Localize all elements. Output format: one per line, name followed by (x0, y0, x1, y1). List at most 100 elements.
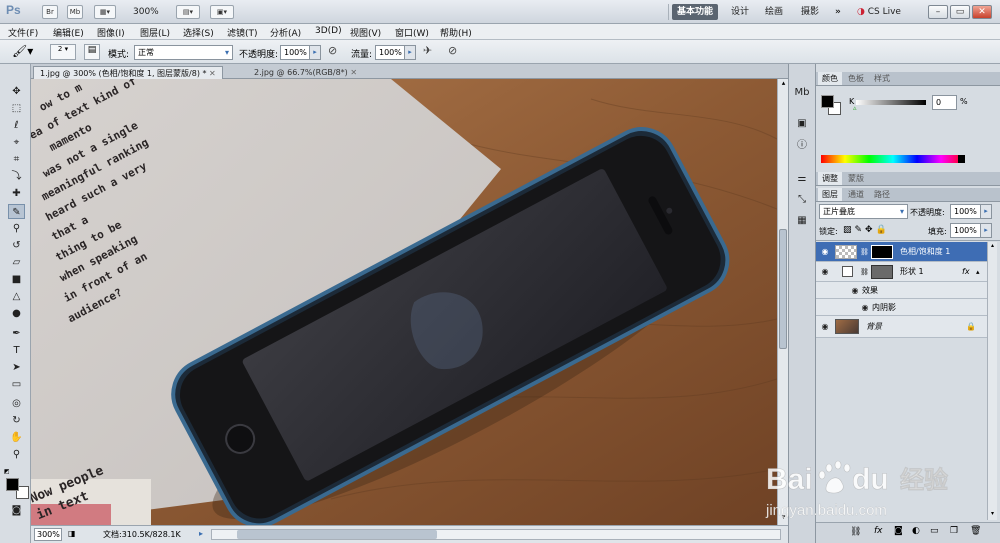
info-panel-icon[interactable]: ⓘ (794, 139, 810, 153)
bridge-button[interactable]: Br (42, 5, 58, 19)
close-tab-icon[interactable]: ✕ (350, 68, 357, 77)
3d-orbit-tool-icon[interactable]: ↻ (8, 413, 25, 428)
layer-opacity-input[interactable]: 100% (950, 204, 981, 219)
menu-file[interactable]: 文件(F) (8, 26, 38, 39)
foreground-color-swatch[interactable] (6, 478, 19, 491)
layer-link-icon[interactable]: ⛓ (860, 242, 869, 262)
new-group-icon[interactable]: ▭ (930, 526, 939, 536)
healing-brush-tool-icon[interactable]: ✚ (8, 186, 25, 201)
scroll-up-icon[interactable]: ▴ (779, 79, 788, 89)
default-colors-icon[interactable]: ◩ (4, 468, 11, 475)
menu-view[interactable]: 视图(V) (350, 26, 381, 39)
screen-mode-button[interactable]: ▣▾ (210, 5, 234, 19)
tab-swatches[interactable]: 色板 (844, 72, 868, 85)
eyedropper-tool-icon[interactable]: ⤵ (8, 169, 25, 184)
menu-analysis[interactable]: 分析(A) (270, 26, 301, 39)
layer-effects-row[interactable]: ◉ 效果 (816, 282, 994, 299)
add-style-icon[interactable]: fx (874, 526, 883, 536)
marquee-tool-icon[interactable]: ⬚ (8, 101, 25, 116)
arrange-documents-button[interactable]: ▤▾ (176, 5, 200, 19)
close-tab-icon[interactable]: ✕ (209, 69, 216, 78)
tab-paths[interactable]: 路径 (870, 188, 894, 201)
menu-layer[interactable]: 图层(L) (140, 26, 170, 39)
move-tool-icon[interactable]: ✥ (8, 84, 25, 99)
new-adjustment-icon[interactable]: ◐ (912, 526, 920, 536)
add-mask-icon[interactable]: ◙ (894, 526, 903, 536)
brush-size-picker[interactable]: 2 ▾ (50, 44, 76, 60)
delete-layer-icon[interactable]: 🗑 (970, 526, 981, 536)
fill-slider-button[interactable]: ▸ (981, 223, 992, 238)
workspace-painting[interactable]: 绘画 (760, 4, 788, 20)
status-menu-icon[interactable]: ▸ (199, 529, 203, 538)
vector-mask-thumbnail[interactable] (871, 265, 893, 279)
shape-tool-icon[interactable]: ▭ (8, 377, 25, 392)
lock-icons[interactable]: ▨✎✥🔒 (843, 225, 890, 235)
mini-bridge-panel-icon[interactable]: Mb (794, 86, 810, 100)
tab-document-1[interactable]: 1.jpg @ 300% (色相/饱和度 1, 图层蒙版/8) * ✕ (33, 66, 223, 79)
cs-live-button[interactable]: ◑ CS Live (852, 4, 906, 20)
new-layer-icon[interactable]: ❐ (950, 526, 958, 536)
menu-3d[interactable]: 3D(D) (315, 26, 342, 36)
opacity-input[interactable]: 100% (280, 45, 310, 60)
airbrush-icon[interactable]: ✈ (423, 44, 432, 57)
eye-icon[interactable]: ◉ (860, 299, 870, 316)
lasso-tool-icon[interactable]: ℓ (8, 118, 25, 133)
layer-hue-saturation[interactable]: ◉ ⛓ 色相/饱和度 1 (816, 242, 994, 262)
layer-fx-badge[interactable]: fx (962, 262, 970, 282)
workspace-essentials[interactable]: 基本功能 (672, 4, 719, 20)
layer-background[interactable]: ◉ 背景 🔒 (816, 316, 994, 338)
type-tool-icon[interactable]: T (8, 343, 25, 358)
eye-icon[interactable]: ◉ (820, 316, 830, 338)
layer-mask-thumbnail[interactable] (871, 245, 893, 259)
layer-inner-shadow-row[interactable]: ◉ 内阴影 (816, 299, 994, 316)
brush-tool-preset-icon[interactable]: 🖌▾ (12, 44, 33, 58)
flow-input[interactable]: 100% (375, 45, 405, 60)
eraser-tool-icon[interactable]: ▱ (8, 255, 25, 270)
path-selection-tool-icon[interactable]: ➤ (8, 360, 25, 375)
layers-scrollbar[interactable]: ▴ ▾ (987, 242, 997, 520)
menu-select[interactable]: 选择(S) (183, 26, 214, 39)
tab-masks[interactable]: 蒙版 (844, 172, 868, 185)
tab-channels[interactable]: 通道 (844, 188, 868, 201)
clone-stamp-tool-icon[interactable]: ⚲ (8, 221, 25, 236)
mode-dropdown[interactable]: 正常 ▾ (134, 45, 233, 60)
pressure-opacity-icon[interactable]: ⊘ (328, 44, 337, 57)
flow-slider-button[interactable]: ▸ (405, 45, 416, 60)
horizontal-scroll-thumb[interactable] (237, 530, 437, 539)
blend-mode-dropdown[interactable]: 正片叠底 ▾ (819, 204, 908, 219)
k-value-input[interactable]: 0 (932, 95, 957, 110)
styles-panel-icon[interactable]: ▦ (794, 214, 810, 228)
menu-filter[interactable]: 滤镜(T) (227, 26, 258, 39)
adjustments-panel-icon[interactable]: ⚌ (794, 172, 810, 186)
link-layers-icon[interactable]: ⛓ (850, 527, 861, 537)
document-canvas[interactable]: ow to m ea of text kind of mamento was n… (31, 79, 777, 525)
expand-effects-icon[interactable]: ▴ (976, 262, 980, 282)
color-fg-swatch[interactable] (821, 95, 834, 108)
layer-shape-1[interactable]: ◉ ⛓ 形状 1 fx ▴ (816, 262, 994, 282)
tab-adjustments[interactable]: 调整 (818, 172, 842, 185)
spectrum-black-swatch[interactable] (958, 155, 965, 163)
dodge-tool-icon[interactable]: ● (8, 306, 25, 321)
color-spectrum-bar[interactable] (821, 155, 965, 163)
eye-icon[interactable]: ◉ (820, 242, 830, 262)
history-brush-tool-icon[interactable]: ↺ (8, 238, 25, 253)
gradient-tool-icon[interactable]: ■ (8, 272, 25, 287)
close-button[interactable]: ✕ (972, 5, 992, 19)
workspace-design[interactable]: 设计 (726, 4, 754, 20)
eye-icon[interactable]: ◉ (850, 282, 860, 299)
paths-panel-icon[interactable]: ⤡ (794, 193, 810, 207)
tab-color[interactable]: 颜色 (818, 72, 842, 85)
hand-tool-icon[interactable]: ✋ (8, 430, 25, 445)
3d-rotate-tool-icon[interactable]: ◎ (8, 396, 25, 411)
status-icon[interactable]: ◨ (68, 529, 76, 538)
layer-link-icon[interactable]: ⛓ (860, 262, 869, 282)
k-slider-handle-icon[interactable]: ▵ (853, 104, 857, 112)
blur-tool-icon[interactable]: △ (8, 289, 25, 304)
workspace-photography[interactable]: 摄影 (796, 4, 824, 20)
minimize-button[interactable]: – (928, 5, 948, 19)
scroll-down-icon[interactable]: ▾ (988, 510, 997, 517)
zoom-tool-icon[interactable]: ⚲ (8, 447, 25, 462)
menu-window[interactable]: 窗口(W) (395, 26, 429, 39)
quick-selection-tool-icon[interactable]: ⌖ (8, 135, 25, 150)
brush-panel-toggle-icon[interactable]: ▤ (84, 44, 100, 60)
